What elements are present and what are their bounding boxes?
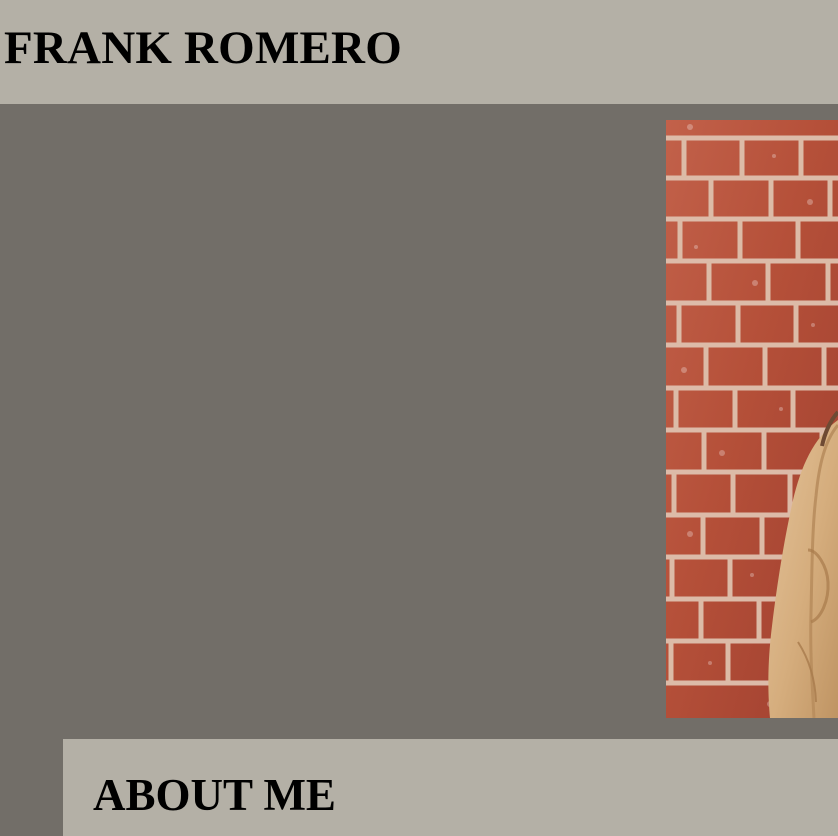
about-heading: ABOUT ME: [93, 770, 336, 820]
site-header: FRANK ROMERO: [0, 0, 838, 104]
page: FRANK ROMERO ABOUT ME: [0, 0, 838, 836]
portrait-photo-image: [666, 120, 838, 718]
about-card: ABOUT ME: [63, 739, 838, 836]
portrait-photo: [666, 120, 838, 718]
site-title[interactable]: FRANK ROMERO: [4, 22, 402, 74]
